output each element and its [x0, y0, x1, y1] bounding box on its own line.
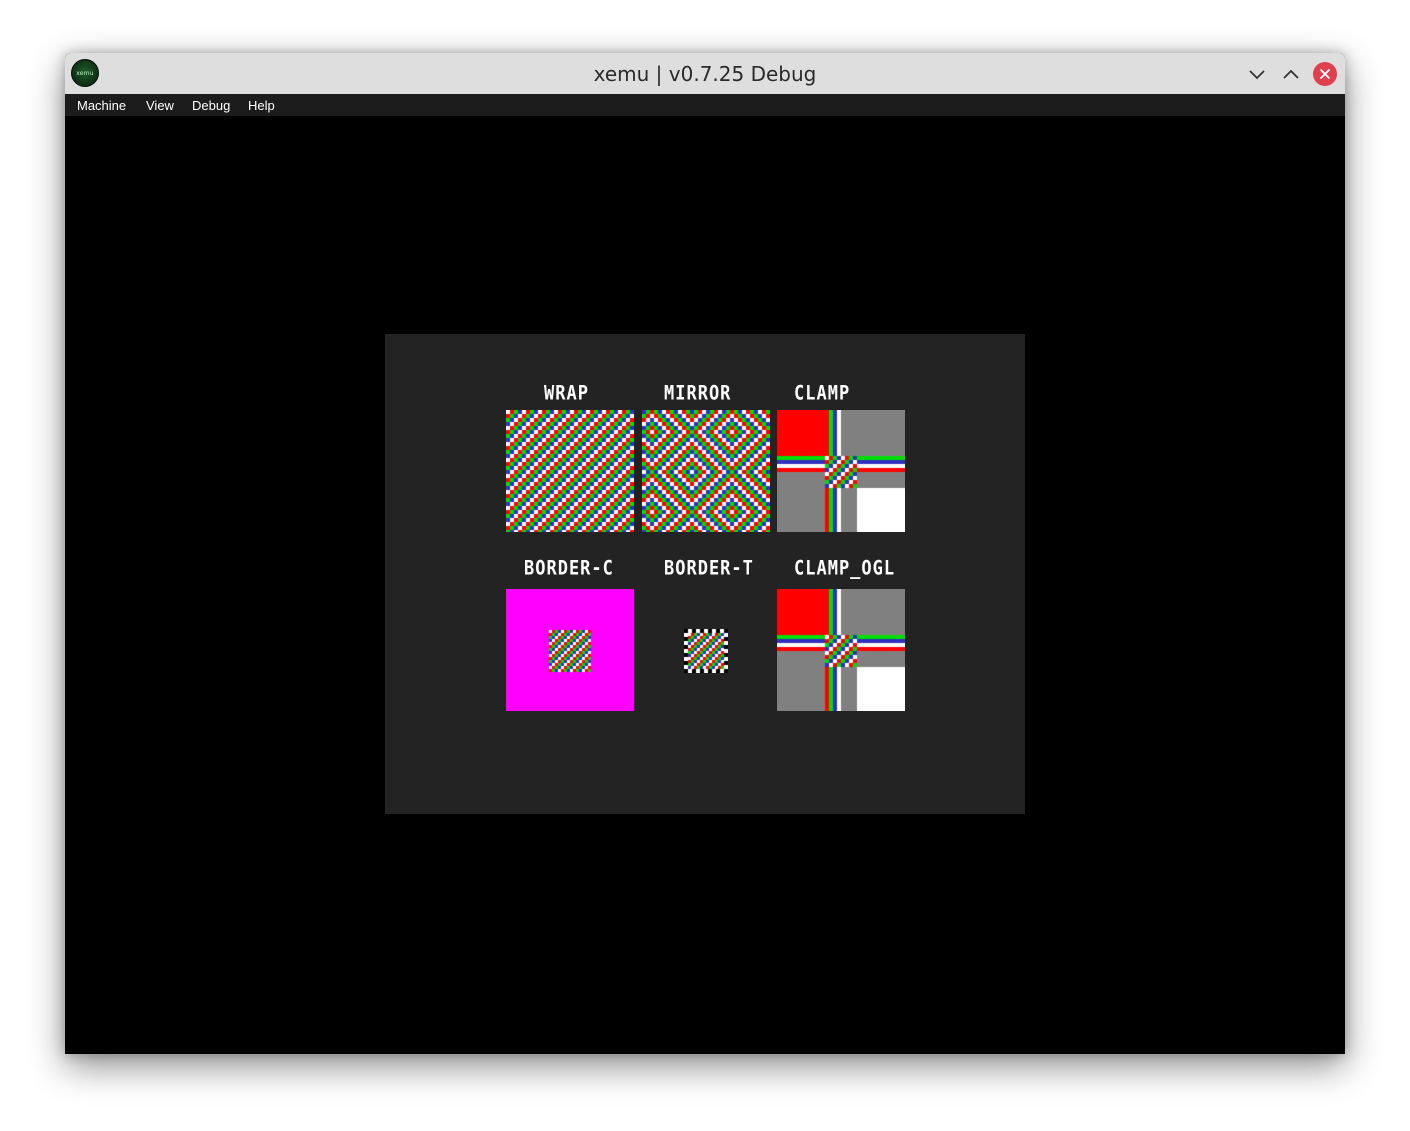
mirror-texture — [642, 410, 770, 532]
close-button[interactable] — [1312, 61, 1338, 87]
label-clamp: Clamp — [794, 382, 851, 405]
label-wrap: Wrap — [544, 382, 589, 405]
close-circle — [1313, 62, 1337, 86]
menu-view[interactable]: View — [146, 98, 174, 113]
clamp-texture — [777, 410, 905, 532]
label-border-t: Border-T — [664, 557, 754, 580]
title-bar[interactable]: xemu xemu | v0.7.25 Debug — [65, 53, 1345, 95]
label-clamp-ogl: Clamp_OGL — [794, 557, 896, 580]
menu-machine[interactable]: Machine — [77, 98, 126, 113]
menu-help[interactable]: Help — [248, 98, 275, 113]
minimize-button[interactable] — [1244, 61, 1270, 87]
render-panel: Wrap Mirror Clamp Border-C Border-T Clam… — [385, 334, 1025, 814]
wrap-texture — [506, 410, 634, 532]
window-title: xemu | v0.7.25 Debug — [593, 62, 817, 86]
label-border-c: Border-C — [524, 557, 614, 580]
clamp-ogl-texture — [777, 589, 905, 711]
xemu-window: xemu xemu | v0.7.25 Debug Machine View D… — [65, 53, 1345, 1054]
maximize-button[interactable] — [1278, 61, 1304, 87]
menu-debug[interactable]: Debug — [192, 98, 230, 113]
emulator-viewport[interactable]: Wrap Mirror Clamp Border-C Border-T Clam… — [65, 116, 1345, 1054]
menu-bar: Machine View Debug Help — [65, 94, 1345, 116]
maximize-icon — [1283, 69, 1299, 79]
border-c-texture — [506, 589, 634, 711]
close-icon — [1319, 68, 1331, 80]
border-t-texture — [684, 629, 728, 673]
minimize-icon — [1249, 70, 1265, 80]
label-mirror: Mirror — [664, 382, 732, 405]
